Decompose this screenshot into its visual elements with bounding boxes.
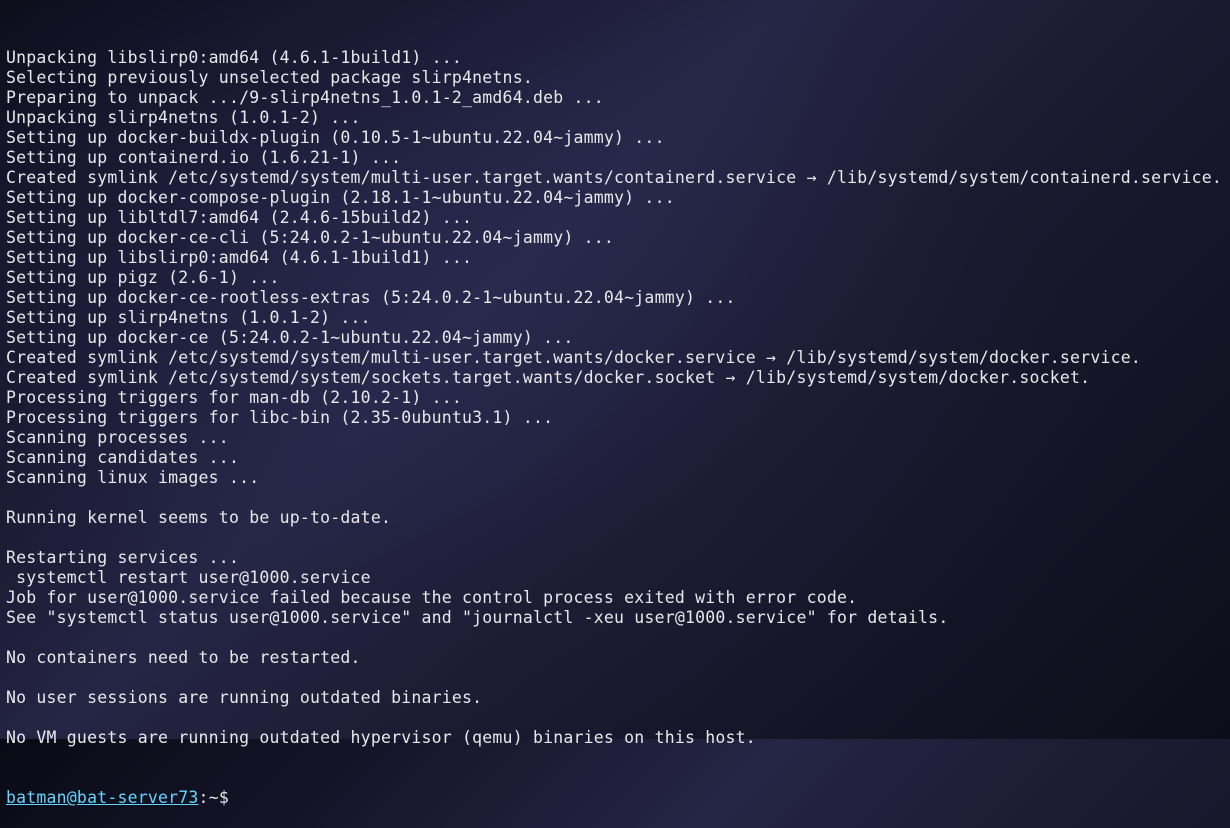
terminal-line: Setting up docker-compose-plugin (2.18.1… (6, 188, 1224, 208)
terminal-line: Scanning candidates ... (6, 448, 1224, 468)
terminal-line: Processing triggers for man-db (2.10.2-1… (6, 388, 1224, 408)
terminal-line: Setting up containerd.io (1.6.21-1) ... (6, 148, 1224, 168)
terminal-line: Running kernel seems to be up-to-date. (6, 508, 1224, 528)
terminal-line: Setting up docker-ce-rootless-extras (5:… (6, 288, 1224, 308)
prompt-path: ~ (209, 788, 219, 807)
terminal-line: Job for user@1000.service failed because… (6, 588, 1224, 608)
terminal-line: No VM guests are running outdated hyperv… (6, 728, 1224, 748)
terminal-line: No user sessions are running outdated bi… (6, 688, 1224, 708)
terminal-line: Setting up pigz (2.6-1) ... (6, 268, 1224, 288)
terminal-line: See "systemctl status user@1000.service"… (6, 608, 1224, 628)
terminal-line: Created symlink /etc/systemd/system/mult… (6, 348, 1224, 368)
terminal-line (6, 628, 1224, 648)
cursor (239, 789, 247, 807)
terminal-line (6, 528, 1224, 548)
terminal-line (6, 668, 1224, 688)
prompt-user-host: batman@bat-server73 (6, 788, 199, 807)
prompt-separator: : (199, 788, 209, 807)
terminal-line: Preparing to unpack .../9-slirp4netns_1.… (6, 88, 1224, 108)
command-input-area[interactable] (229, 788, 247, 807)
terminal-line: Unpacking slirp4netns (1.0.1-2) ... (6, 108, 1224, 128)
terminal-line: systemctl restart user@1000.service (6, 568, 1224, 588)
terminal-line: Selecting previously unselected package … (6, 68, 1224, 88)
prompt-line[interactable]: batman@bat-server73:~$ (6, 788, 1224, 808)
terminal-line: Setting up libslirp0:amd64 (4.6.1-1build… (6, 248, 1224, 268)
terminal-line: Created symlink /etc/systemd/system/sock… (6, 368, 1224, 388)
terminal-line: Setting up docker-buildx-plugin (0.10.5-… (6, 128, 1224, 148)
terminal-line: Setting up slirp4netns (1.0.1-2) ... (6, 308, 1224, 328)
terminal-line: Restarting services ... (6, 548, 1224, 568)
terminal-line: Setting up libltdl7:amd64 (2.4.6-15build… (6, 208, 1224, 228)
terminal-line: Created symlink /etc/systemd/system/mult… (6, 168, 1224, 188)
terminal-line (6, 708, 1224, 728)
terminal-line: Scanning processes ... (6, 428, 1224, 448)
terminal-line: Setting up docker-ce (5:24.0.2-1~ubuntu.… (6, 328, 1224, 348)
terminal-line: Processing triggers for libc-bin (2.35-0… (6, 408, 1224, 428)
terminal-output[interactable]: Unpacking libslirp0:amd64 (4.6.1-1build1… (6, 8, 1224, 828)
prompt-symbol: $ (219, 788, 229, 807)
terminal-line: Setting up docker-ce-cli (5:24.0.2-1~ubu… (6, 228, 1224, 248)
terminal-line: No containers need to be restarted. (6, 648, 1224, 668)
terminal-line: Scanning linux images ... (6, 468, 1224, 488)
terminal-line (6, 488, 1224, 508)
terminal-line: Unpacking libslirp0:amd64 (4.6.1-1build1… (6, 48, 1224, 68)
